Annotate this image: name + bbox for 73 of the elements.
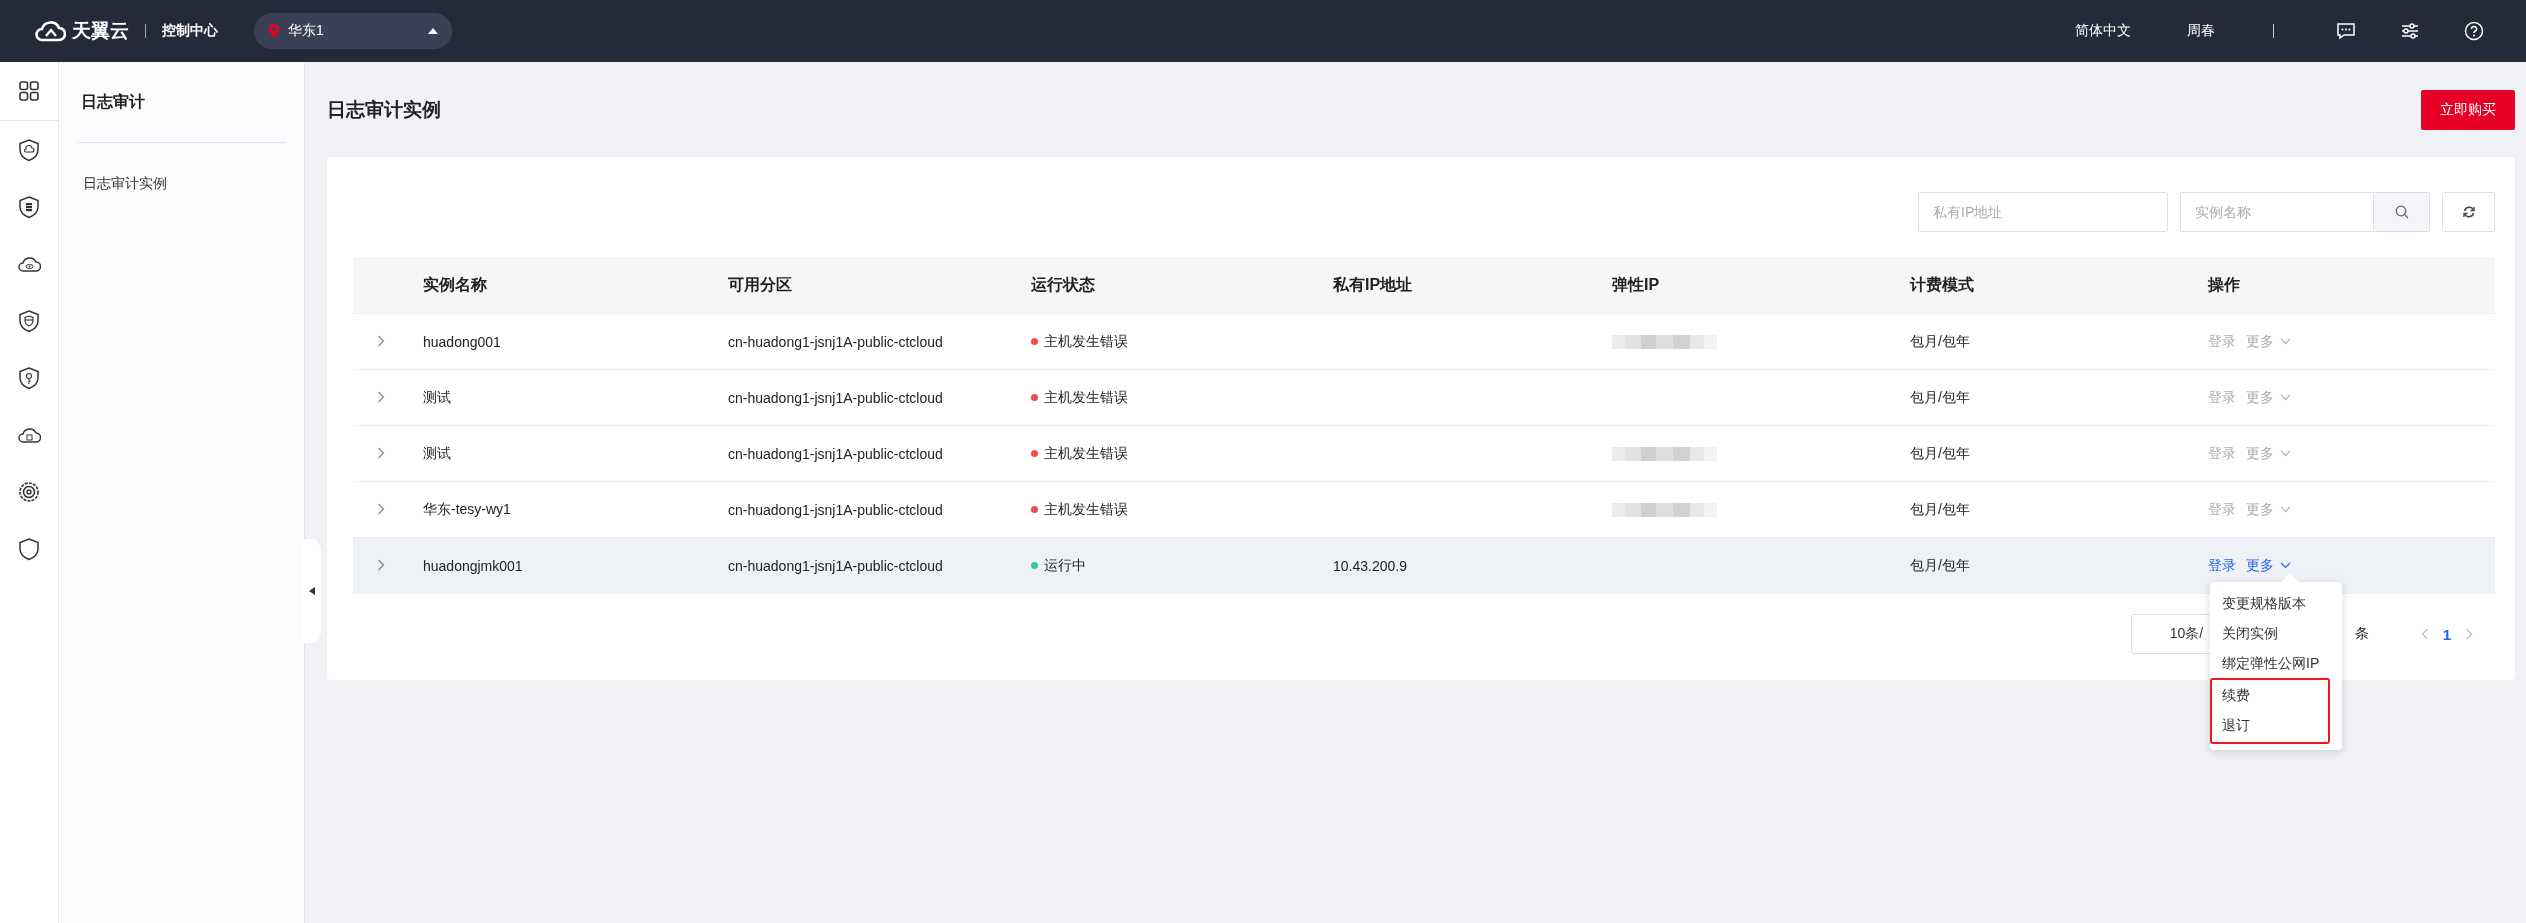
table-cell: cn-huadong1-jsnj1A-public-ctcloud: [728, 389, 943, 406]
status-text: 主机发生错误: [1044, 332, 1128, 351]
table-cell: 包月/包年: [1910, 388, 1970, 405]
column-header: 弹性IP: [1612, 274, 1661, 295]
table-cell: 包月/包年: [1910, 444, 1970, 461]
table-cell: cn-huadong1-jsnj1A-public-ctcloud: [728, 333, 943, 350]
chevron-down-icon: [2280, 338, 2291, 345]
chevron-down-icon: [2280, 394, 2291, 401]
table-cell: 华东-tesy-wy1: [423, 500, 511, 517]
table-cell: 包月/包年: [1910, 500, 1970, 517]
table-cell: huadongjmk001: [423, 557, 523, 574]
logo-text: 天翼云: [72, 19, 129, 43]
triangle-left-icon: [309, 587, 315, 595]
status-text: 运行中: [1044, 556, 1086, 575]
status-text: 主机发生错误: [1044, 388, 1128, 407]
column-header: 运行状态: [1031, 274, 1096, 295]
expand-chevron-icon[interactable]: [377, 390, 385, 403]
sidebar-item[interactable]: 日志审计实例: [77, 161, 286, 207]
page-number[interactable]: 1: [2442, 625, 2451, 643]
language-link[interactable]: 简体中文: [2075, 22, 2131, 40]
menu-item[interactable]: 退订: [2212, 710, 2328, 740]
status-text: 主机发生错误: [1044, 444, 1128, 463]
console-title: 控制中心: [162, 22, 218, 40]
buy-now-button[interactable]: 立即购买: [2421, 90, 2515, 130]
chevron-down-icon: [2280, 450, 2291, 457]
expand-chevron-icon[interactable]: [377, 334, 385, 347]
expand-chevron-icon[interactable]: [377, 558, 385, 571]
search-icon: [2394, 205, 2409, 219]
table-cell: 测试: [423, 388, 451, 405]
table-cell: cn-huadong1-jsnj1A-public-ctcloud: [728, 501, 943, 518]
column-header: 可用分区: [728, 274, 793, 295]
column-header: 实例名称: [423, 274, 488, 295]
more-dropdown-link[interactable]: 更多: [2246, 556, 2291, 575]
shield-server-icon[interactable]: [17, 194, 41, 219]
user-name[interactable]: 周春: [2187, 22, 2215, 40]
expand-chevron-icon[interactable]: [377, 502, 385, 515]
page-title: 日志审计实例: [327, 98, 441, 122]
help-icon[interactable]: [2464, 21, 2484, 41]
login-link[interactable]: 登录: [2208, 556, 2236, 575]
table-cell: huadong001: [423, 333, 501, 350]
table-cell: 10.43.200.9: [1333, 557, 1407, 574]
shield-cloud-icon[interactable]: [17, 137, 41, 162]
menu-item[interactable]: 续费: [2212, 680, 2328, 710]
caret-up-icon: [428, 28, 438, 34]
sliders-icon[interactable]: [2400, 22, 2420, 40]
refresh-icon: [2461, 205, 2476, 219]
column-header: 操作: [2208, 274, 2241, 295]
table-cell: cn-huadong1-jsnj1A-public-ctcloud: [728, 557, 943, 574]
column-header: 私有IP地址: [1333, 274, 1414, 295]
gear-icon[interactable]: [17, 479, 41, 504]
shield-icon[interactable]: [17, 536, 41, 561]
table-cell: 包月/包年: [1910, 332, 1970, 349]
grid-menu-icon[interactable]: [17, 79, 41, 103]
search-field[interactable]: 实例名称: [2180, 192, 2374, 232]
total-count: 条: [2354, 625, 2369, 643]
cloud-logo-icon: [34, 20, 66, 42]
message-icon[interactable]: [2336, 22, 2356, 40]
refresh-button[interactable]: [2442, 192, 2495, 232]
chevron-down-icon: [2280, 562, 2291, 569]
table-cell: 包月/包年: [1910, 556, 1970, 573]
table-cell: cn-huadong1-jsnj1A-public-ctcloud: [728, 445, 943, 462]
column-header: 计费模式: [1910, 274, 1975, 295]
sidebar-title: 日志审计: [77, 62, 286, 143]
chevron-down-icon: [2280, 506, 2291, 513]
expand-chevron-icon[interactable]: [377, 446, 385, 459]
filter-field[interactable]: 私有IP地址: [1918, 192, 2168, 232]
status-text: 主机发生错误: [1044, 500, 1128, 519]
shield-badge-icon[interactable]: [17, 308, 41, 333]
shield-key-icon[interactable]: [17, 365, 41, 390]
collapse-handle[interactable]: [303, 539, 321, 643]
table-cell: 测试: [423, 444, 451, 461]
location-pin-icon: [268, 23, 280, 39]
region-selector[interactable]: 华东1: [254, 13, 452, 49]
